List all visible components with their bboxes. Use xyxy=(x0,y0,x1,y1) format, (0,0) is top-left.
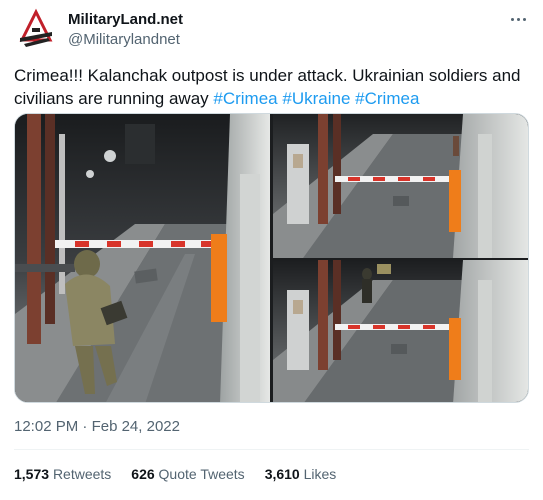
likes-label: Likes xyxy=(303,466,337,482)
avatar[interactable] xyxy=(14,8,58,52)
cctv-image xyxy=(273,260,528,402)
retweets-label: Retweets xyxy=(52,466,112,482)
tweet-header: MilitaryLand.net @Militarylandnet xyxy=(14,8,529,52)
tweet-date: Feb 24, 2022 xyxy=(91,418,180,435)
media-photo[interactable] xyxy=(15,114,270,402)
engagement-stats: 1,573 Retweets 626 Quote Tweets 3,610 Li… xyxy=(14,465,356,483)
quote-tweets-count: 626 xyxy=(131,466,155,482)
retweets-count: 1,573 xyxy=(14,466,50,482)
author-names: MilitaryLand.net @Militarylandnet xyxy=(68,11,183,50)
militaryland-logo-icon xyxy=(14,8,58,52)
tweet-text: Crimea!!! Kalanchak outpost is under att… xyxy=(14,64,529,110)
divider xyxy=(14,449,529,450)
tweet-time: 12:02 PM xyxy=(14,418,79,435)
hashtag-link[interactable]: #Ukraine xyxy=(282,89,350,108)
likes-count: 3,610 xyxy=(264,466,300,482)
timestamp-separator: · xyxy=(82,418,88,435)
likes-stat[interactable]: 3,610 Likes xyxy=(265,465,337,483)
media-photo[interactable] xyxy=(273,260,528,402)
media-grid xyxy=(14,113,529,403)
author-handle[interactable]: @Militarylandnet xyxy=(68,30,183,50)
quote-tweets-label: Quote Tweets xyxy=(158,466,245,482)
author-display-name[interactable]: MilitaryLand.net xyxy=(68,11,183,29)
hashtag-link[interactable]: #Crimea xyxy=(355,89,419,108)
media-photo[interactable] xyxy=(273,114,528,258)
cctv-image xyxy=(15,114,270,402)
more-options-icon[interactable] xyxy=(507,10,529,28)
tweet-timestamp[interactable]: 12:02 PM · Feb 24, 2022 xyxy=(14,417,180,437)
quote-tweets-stat[interactable]: 626 Quote Tweets xyxy=(131,465,244,483)
retweets-stat[interactable]: 1,573 Retweets xyxy=(14,465,111,483)
cctv-image xyxy=(273,114,528,258)
tweet-card: MilitaryLand.net @Militarylandnet Crimea… xyxy=(0,0,543,500)
hashtag-link[interactable]: #Crimea xyxy=(213,89,277,108)
